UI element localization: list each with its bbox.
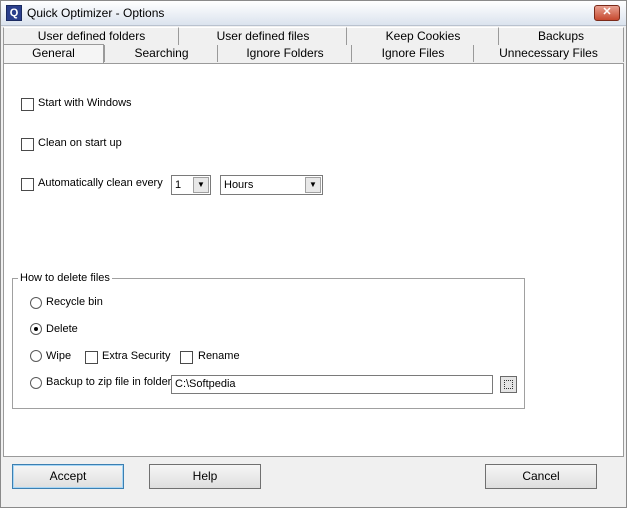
close-button[interactable]: ✕: [594, 5, 620, 21]
extra-security-label: Extra Security: [102, 350, 171, 362]
chevron-down-icon: ▼: [305, 177, 321, 193]
start-with-windows-label: Start with Windows: [38, 97, 132, 109]
tab-keep-cookies[interactable]: Keep Cookies: [346, 27, 500, 45]
recycle-bin-radio[interactable]: [30, 297, 42, 309]
interval-unit: Hours: [224, 179, 254, 191]
app-icon: Q: [6, 5, 22, 21]
delete-method-group-title: How to delete files: [18, 272, 112, 284]
delete-label: Delete: [46, 323, 78, 335]
help-button[interactable]: Help: [149, 464, 261, 489]
start-with-windows-checkbox[interactable]: [21, 98, 34, 111]
chevron-down-icon: ▼: [193, 177, 209, 193]
rename-label: Rename: [198, 350, 240, 362]
backup-folder-input[interactable]: C:\Softpedia: [171, 375, 493, 394]
options-window: Q Quick Optimizer - Options ✕ User defin…: [0, 0, 627, 508]
interval-value: 1: [175, 179, 182, 191]
auto-clean-label: Automatically clean every: [38, 177, 163, 189]
wipe-radio[interactable]: [30, 350, 42, 362]
backup-zip-radio[interactable]: [30, 377, 42, 389]
recycle-bin-label: Recycle bin: [46, 296, 103, 308]
window-title: Quick Optimizer - Options: [27, 6, 165, 20]
tab-user-defined-folders[interactable]: User defined folders: [3, 27, 180, 45]
interval-unit-select[interactable]: Hours ▼: [220, 175, 323, 195]
wipe-label: Wipe: [46, 350, 72, 362]
tab-ignore-files[interactable]: Ignore Files: [351, 45, 475, 62]
clean-on-startup-label: Clean on start up: [38, 137, 122, 149]
backup-folder-value: C:\Softpedia: [175, 378, 236, 390]
interval-value-select[interactable]: 1 ▼: [171, 175, 211, 195]
rename-checkbox[interactable]: [180, 351, 193, 364]
tab-backups[interactable]: Backups: [498, 27, 624, 45]
auto-clean-checkbox[interactable]: [21, 178, 34, 191]
browse-folder-button[interactable]: [500, 376, 517, 393]
title-bar: Q Quick Optimizer - Options ✕: [1, 1, 626, 26]
tab-searching[interactable]: Searching: [104, 45, 219, 62]
tab-general[interactable]: General: [3, 44, 104, 63]
tab-unnecessary-files[interactable]: Unnecessary Files: [473, 45, 624, 62]
tab-user-defined-files[interactable]: User defined files: [178, 27, 348, 45]
extra-security-checkbox[interactable]: [85, 351, 98, 364]
clean-on-startup-checkbox[interactable]: [21, 138, 34, 151]
backup-zip-label: Backup to zip file in folder: [46, 376, 172, 388]
tab-ignore-folders[interactable]: Ignore Folders: [217, 45, 353, 62]
cancel-button[interactable]: Cancel: [485, 464, 597, 489]
accept-button[interactable]: Accept: [12, 464, 124, 489]
delete-radio[interactable]: [30, 323, 42, 335]
